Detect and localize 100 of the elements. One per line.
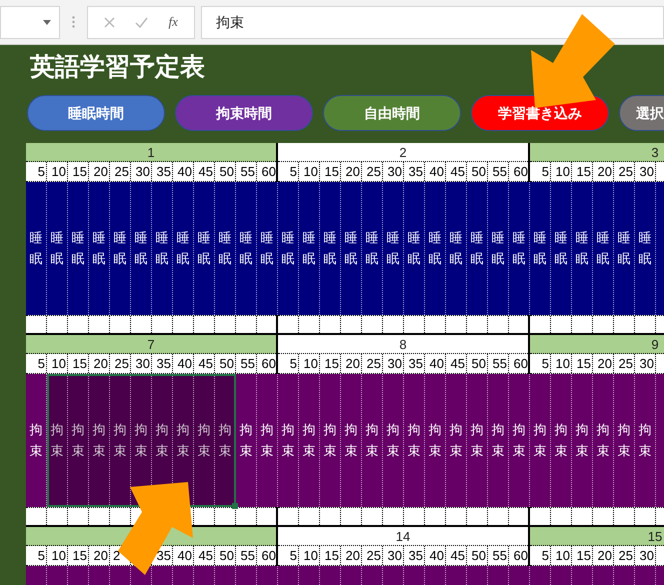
minute-cell: 45 [446,162,467,181]
macro-button[interactable]: 睡眠時間 [27,95,165,131]
activity-cell[interactable]: 拘束 [488,374,509,507]
activity-cell[interactable]: 睡眠 [362,182,383,315]
activity-cell[interactable]: 拘束 [530,374,551,507]
activity-cell[interactable]: 睡眠 [26,182,47,315]
activity-cell[interactable]: 拘束 [26,374,47,507]
minute-cell: 50 [467,546,488,565]
minute-cell: 20 [89,546,110,565]
macro-button[interactable]: 自由時間 [323,95,461,131]
activity-cell[interactable]: 拘束 [383,374,404,507]
minute-cell: 45 [194,354,215,373]
activity-cell[interactable]: 拘束 [257,374,278,507]
activity-cell[interactable]: 拘束 [551,374,572,507]
minute-cell: 15 [68,162,89,181]
activity-cell[interactable]: 睡眠 [551,182,572,315]
activity-cell[interactable]: 睡眠 [194,182,215,315]
activity-cell[interactable]: 睡眠 [68,182,89,315]
activity-cell[interactable]: 睡眠 [236,182,257,315]
minute-cell: 5 [278,354,299,373]
activity-cell[interactable]: 睡眠 [299,182,320,315]
activity-cell[interactable]: 睡眠 [89,182,110,315]
grip-icon [72,16,75,28]
activity-cell[interactable]: 拘束 [425,374,446,507]
minute-cell: 10 [47,162,68,181]
minute-cell: 5 [530,162,551,181]
minute-cell: 50 [215,162,236,181]
minute-cell: 35 [152,354,173,373]
activity-cell[interactable]: 睡眠 [530,182,551,315]
minute-cell: 20 [593,162,614,181]
activity-cell[interactable]: 拘束 [236,374,257,507]
activity-cell[interactable]: 睡眠 [467,182,488,315]
check-icon[interactable] [135,16,148,28]
activity-cell[interactable]: 睡眠 [278,182,299,315]
minute-cell: 10 [299,546,320,565]
minute-cell: 60 [509,546,530,565]
activity-cell[interactable]: 拘束 [278,374,299,507]
hour-header-cell: 9 [530,335,664,354]
activity-cell[interactable]: 睡眠 [509,182,530,315]
activity-cell[interactable]: 拘束 [299,374,320,507]
activity-cell[interactable]: 拘束 [110,374,131,507]
activity-cell[interactable]: 拘束 [362,374,383,507]
activity-cell[interactable]: 睡眠 [215,182,236,315]
activity-cell[interactable]: 睡眠 [110,182,131,315]
activity-cell[interactable]: 拘束 [635,374,656,507]
activity-cell[interactable]: 睡眠 [425,182,446,315]
activity-cell[interactable]: 拘束 [509,374,530,507]
minute-cell: 40 [173,546,194,565]
activity-cell[interactable]: 拘束 [320,374,341,507]
minute-cell: 20 [341,546,362,565]
minute-cell: 15 [68,546,89,565]
minute-cell: 20 [341,354,362,373]
minute-cell: 10 [551,354,572,373]
activity-cell[interactable]: 睡眠 [593,182,614,315]
minute-cell: 10 [47,546,68,565]
hour-header-cell: 7 [26,335,276,354]
activity-cell[interactable]: 睡眠 [383,182,404,315]
activity-cell[interactable]: 拘束 [68,374,89,507]
activity-cell[interactable]: 睡眠 [635,182,656,315]
minute-cell: 5 [26,162,47,181]
activity-cell[interactable]: 睡眠 [488,182,509,315]
activity-cell[interactable]: 拘束 [467,374,488,507]
formula-input[interactable]: 拘束 [201,6,664,38]
minute-cell: 25 [110,354,131,373]
activity-cell[interactable]: 睡眠 [404,182,425,315]
activity-cell[interactable]: 拘束 [572,374,593,507]
minute-cell: 5 [530,546,551,565]
minute-cell: 60 [509,162,530,181]
activity-cell[interactable]: 拘束 [446,374,467,507]
activity-cell[interactable]: 睡眠 [614,182,635,315]
activity-cell[interactable]: 睡眠 [341,182,362,315]
activity-cell[interactable]: 拘束 [614,374,635,507]
minute-cell: 25 [614,354,635,373]
activity-cell[interactable]: 拘束 [89,374,110,507]
hour-header-cell: 1 [26,143,276,162]
minute-cell: 5 [278,546,299,565]
minute-cell: 30 [383,162,404,181]
activity-cell[interactable]: 睡眠 [320,182,341,315]
minute-cell: 30 [383,354,404,373]
minute-cell: 60 [509,354,530,373]
activity-cell[interactable]: 拘束 [593,374,614,507]
minute-cell: 40 [425,162,446,181]
activity-cell[interactable]: 睡眠 [572,182,593,315]
macro-button[interactable]: 選択 [619,95,664,131]
insert-function-button[interactable]: fx [168,12,178,32]
activity-cell[interactable]: 拘束 [341,374,362,507]
minute-cell: 25 [362,162,383,181]
activity-cell[interactable]: 睡眠 [47,182,68,315]
activity-cell[interactable]: 睡眠 [173,182,194,315]
minute-cell: 30 [383,546,404,565]
minute-cell: 15 [572,546,593,565]
activity-cell[interactable]: 睡眠 [446,182,467,315]
activity-cell[interactable]: 睡眠 [257,182,278,315]
activity-cell[interactable]: 拘束 [194,374,215,507]
minute-cell: 30 [635,354,656,373]
minute-cell: 25 [362,354,383,373]
activity-cell[interactable]: 拘束 [404,374,425,507]
macro-button[interactable]: 拘束時間 [175,95,313,131]
activity-cell[interactable]: 睡眠 [131,182,152,315]
activity-cell[interactable]: 睡眠 [152,182,173,315]
